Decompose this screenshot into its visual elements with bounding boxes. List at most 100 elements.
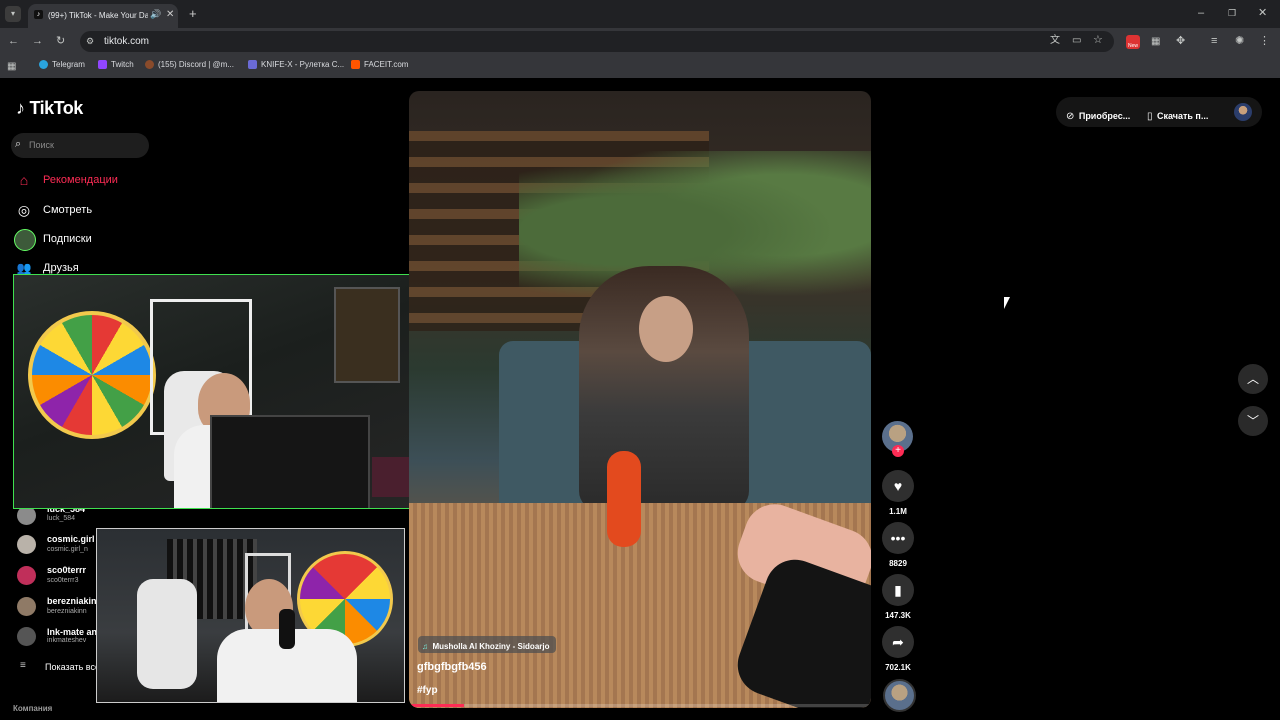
install-app-icon[interactable]: ▭	[1072, 35, 1081, 46]
bookmark-discord[interactable]: (155) Discord | @m...	[145, 60, 234, 70]
get-coins-label: Приобрес...	[1078, 111, 1131, 121]
music-disc-avatar[interactable]	[883, 679, 916, 712]
prize-wheel	[28, 311, 156, 439]
extension-new-badge: New	[1127, 43, 1138, 49]
bookmark-knifex[interactable]: KNIFE-X - Рулетка С...	[248, 60, 344, 70]
bookmark-label: FACEIT.com	[364, 60, 409, 69]
gaming-chair	[137, 579, 197, 689]
bookmark-twitch[interactable]: Twitch	[98, 60, 134, 70]
site-info-icon[interactable]: ⚙	[86, 36, 94, 47]
nav-recommendations[interactable]: Рекомендации	[43, 174, 118, 186]
minimize-icon[interactable]: –	[1198, 8, 1204, 19]
framed-picture	[334, 287, 400, 383]
music-icon: ♫	[422, 642, 428, 651]
bookmark-label: Twitch	[111, 60, 134, 69]
suggested-id: cosmic.girl_n	[47, 546, 88, 553]
suggested-name[interactable]: berezniakin	[47, 596, 97, 606]
music-title: Musholla Al Khoziny - Sidoarjo	[432, 642, 550, 651]
bookmark-faceit[interactable]: FACEIT.com	[351, 60, 409, 70]
video-player[interactable]: ♫ Musholla Al Khoziny - Sidoarjo gfbgfbg…	[409, 91, 871, 708]
tab-close-icon[interactable]: ✕	[166, 9, 174, 20]
bookmark-label: (155) Discord | @m...	[158, 60, 234, 69]
suggested-name[interactable]: sco0terrr	[47, 565, 86, 575]
compass-icon: ◎	[17, 202, 31, 218]
nav-following[interactable]: Подписки	[43, 233, 92, 245]
nav-watch[interactable]: Смотреть	[43, 204, 92, 216]
heart-icon: ♥	[893, 478, 903, 494]
music-tag[interactable]: ♫ Musholla Al Khoziny - Sidoarjo	[418, 636, 556, 653]
suggested-name[interactable]: Ink-mate an	[47, 627, 97, 637]
extension-new-icon[interactable]: New	[1126, 35, 1140, 49]
show-all-link[interactable]: Показать все	[45, 662, 100, 672]
tab-audio-icon[interactable]: 🔊	[150, 9, 161, 20]
reload-icon[interactable]: ↻	[56, 36, 65, 47]
tiktok-logo-icon: ♪	[16, 98, 25, 118]
browser-tab[interactable]: ♪ (99+) TikTok - Make Your Day 🔊 ✕	[28, 4, 178, 28]
like-button[interactable]: ♥	[882, 470, 914, 502]
back-icon[interactable]: ←	[8, 36, 19, 47]
video-hashtag[interactable]: #fyp	[417, 685, 438, 696]
video-girl-face	[639, 296, 693, 362]
media-controls-icon[interactable]: ≡	[1211, 36, 1217, 47]
extension-icon[interactable]: ▦	[1151, 36, 1160, 47]
share-button[interactable]: ➦	[882, 626, 914, 658]
tiktok-logo-text: TikTok	[29, 98, 83, 118]
video-progress-track[interactable]	[409, 704, 871, 707]
tiktok-favicon-icon: ♪	[34, 10, 43, 19]
suggested-id: luck_584	[47, 515, 76, 522]
webcam-overlay-secondary	[96, 528, 405, 703]
footer-company[interactable]: Компания	[13, 704, 52, 713]
faceit-icon	[351, 60, 360, 70]
video-title: gfbgfbgfb456	[417, 661, 487, 673]
address-bar[interactable]: ⚙ tiktok.com 文 ▭ ☆	[80, 31, 1114, 52]
previous-video-button[interactable]: ︿	[1238, 364, 1268, 394]
avatar[interactable]	[17, 627, 36, 646]
microphone	[279, 609, 295, 649]
next-video-button[interactable]: ﹀	[1238, 406, 1268, 436]
share-icon: ➦	[892, 634, 904, 650]
list-icon: ≡	[20, 660, 26, 671]
bookmark-telegram[interactable]: Telegram	[39, 60, 85, 70]
extensions-puzzle-icon[interactable]: ✥	[1176, 36, 1185, 47]
tab-search-icon[interactable]: ▾	[5, 6, 21, 22]
nav-friends[interactable]: Друзья	[43, 262, 79, 274]
search-box[interactable]: ⌕ Поиск	[11, 133, 149, 158]
chevron-up-icon: ︿	[1246, 372, 1259, 386]
telegram-icon	[39, 60, 48, 70]
close-window-icon[interactable]: ✕	[1258, 8, 1267, 19]
home-icon: ⌂	[19, 172, 29, 188]
comment-icon: •••	[890, 530, 906, 546]
video-toy-chicken	[607, 451, 641, 547]
restore-icon[interactable]: ❐	[1228, 8, 1236, 19]
comment-button[interactable]: •••	[882, 522, 914, 554]
chevron-down-icon: ﹀	[1246, 414, 1259, 428]
webcam-overlay-main	[13, 274, 430, 509]
tab-title: (99+) TikTok - Make Your Day	[48, 11, 148, 20]
apps-grid-icon[interactable]: ▦	[7, 61, 16, 72]
search-icon: ⌕	[15, 138, 22, 150]
download-app-label: Скачать п...	[1156, 111, 1209, 121]
follow-plus-icon[interactable]: +	[892, 445, 904, 457]
forward-icon[interactable]: →	[32, 36, 43, 47]
get-coins-button[interactable]: ⊘ Приобрес...	[1066, 106, 1130, 124]
mouse-cursor-icon	[1004, 297, 1010, 309]
share-count: 702.1K	[885, 663, 911, 672]
twitch-icon	[98, 60, 107, 70]
suggested-id: sco0terrr3	[47, 577, 79, 584]
bookmark-star-icon[interactable]: ☆	[1093, 35, 1103, 46]
suggested-name[interactable]: cosmic.girl	[47, 534, 95, 544]
tiktok-logo[interactable]: ♪ TikTok	[16, 98, 83, 119]
chrome-menu-icon[interactable]: ⋮	[1259, 36, 1270, 47]
user-avatar[interactable]	[1234, 103, 1252, 121]
search-input[interactable]: Поиск	[29, 140, 54, 150]
avatar[interactable]	[17, 597, 36, 616]
profile-icon[interactable]: ✺	[1235, 36, 1244, 47]
bookmark-button[interactable]: ▮	[882, 574, 914, 606]
discord-icon	[145, 60, 154, 70]
avatar[interactable]	[17, 535, 36, 554]
comment-count: 8829	[889, 559, 907, 568]
new-tab-button[interactable]: +	[189, 6, 197, 21]
translate-icon[interactable]: 文	[1050, 35, 1060, 46]
download-app-button[interactable]: ▯ Скачать п...	[1147, 106, 1208, 124]
avatar[interactable]	[17, 566, 36, 585]
